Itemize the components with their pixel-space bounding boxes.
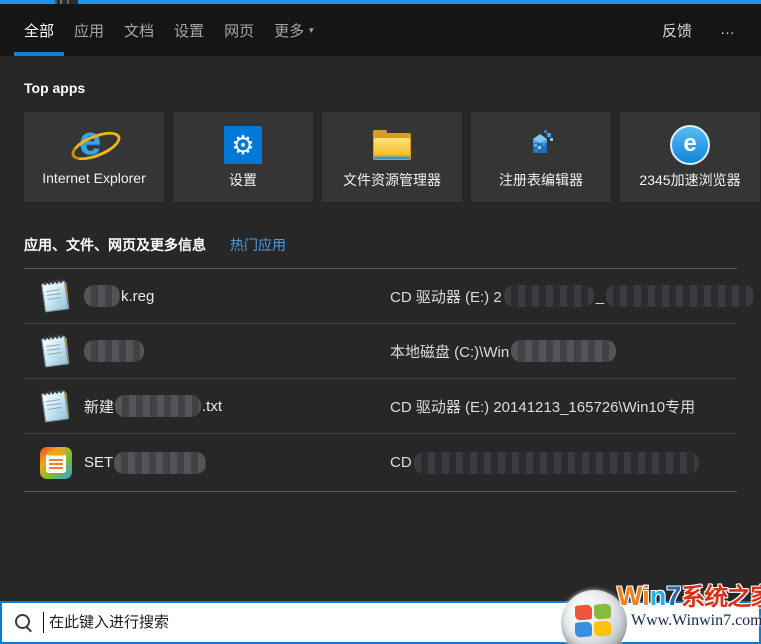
result-row-txt-file[interactable]: 新建 .txt CD 驱动器 (E:) 20141213_165726\Win10… xyxy=(24,379,737,434)
tab-all[interactable]: 全部 xyxy=(14,4,65,56)
tab-documents[interactable]: 文档 xyxy=(114,4,164,56)
tile-label: 设置 xyxy=(229,172,257,188)
tab-web-label: 网页 xyxy=(224,22,255,40)
result-file-path: CD 驱动器 (E:) 20141213_165726\Win10专用 xyxy=(390,398,696,416)
more-options-icon[interactable]: … xyxy=(720,22,737,37)
result-row-ini-file[interactable]: 本地磁盘 (C:)\Win xyxy=(24,324,737,379)
tile-internet-explorer[interactable]: e Internet Explorer xyxy=(24,112,164,202)
tab-documents-label: 文档 xyxy=(124,22,155,40)
watermark-text: Win7系统之家 Www.Winwin7.com xyxy=(617,582,761,630)
top-apps-grid: e Internet Explorer ⚙ 设置 文件资源管理器 注册表编辑器 … xyxy=(24,112,760,202)
watermark-url: Www.Winwin7.com xyxy=(631,612,761,629)
results-list: k.reg CD 驱动器 (E:) 2 _ 本地磁盘 (C:)\Win 新建 .tx… xyxy=(24,268,755,492)
tab-apps[interactable]: 应用 xyxy=(64,4,114,56)
browser-e-icon: e xyxy=(670,122,710,168)
tile-label: 2345加速浏览器 xyxy=(639,172,741,188)
result-row-reg-file[interactable]: k.reg CD 驱动器 (E:) 2 _ xyxy=(24,269,755,324)
tab-apps-label: 应用 xyxy=(74,22,105,40)
tab-more-label: 更多 xyxy=(274,22,305,40)
settings-gear-icon: ⚙ xyxy=(224,122,262,168)
tab-more[interactable]: 更多 ▾ xyxy=(264,4,324,56)
result-file-name: 新建 .txt xyxy=(84,395,222,417)
registry-cube-icon xyxy=(521,122,561,168)
setup-app-icon xyxy=(40,446,72,479)
watermark-title: Win7系统之家 xyxy=(617,581,761,611)
tab-settings-label: 设置 xyxy=(174,22,205,40)
notepad-file-icon xyxy=(40,333,72,368)
tile-file-explorer[interactable]: 文件资源管理器 xyxy=(322,112,462,202)
tab-settings[interactable]: 设置 xyxy=(164,4,214,56)
redacted-text xyxy=(503,285,594,307)
redacted-text xyxy=(84,285,120,307)
redacted-text xyxy=(511,340,617,362)
result-file-path: 本地磁盘 (C:)\Win xyxy=(390,324,617,378)
folder-icon xyxy=(373,122,411,168)
hot-apps-link[interactable]: 热门应用 xyxy=(230,235,286,255)
tab-list: 全部 应用 文档 设置 网页 更多 ▾ xyxy=(14,4,324,56)
result-file-path: CD 驱动器 (E:) 2 _ xyxy=(390,269,755,323)
results-heading: 应用、文件、网页及更多信息 xyxy=(24,237,206,253)
result-file-name: k.reg xyxy=(84,285,154,307)
tile-label: 注册表编辑器 xyxy=(499,172,583,188)
redacted-text xyxy=(606,285,755,307)
windows-search-panel: 全部 应用 文档 设置 网页 更多 ▾ 反馈 … Top apps e Inte… xyxy=(0,0,761,644)
ie-icon: e xyxy=(67,119,125,168)
redacted-text xyxy=(84,340,144,362)
search-tab-bar: 全部 应用 文档 设置 网页 更多 ▾ 反馈 … xyxy=(0,4,761,56)
top-apps-heading: Top apps xyxy=(24,80,86,96)
redacted-text xyxy=(413,451,699,474)
tile-registry-editor[interactable]: 注册表编辑器 xyxy=(471,112,611,202)
tile-label: Internet Explorer xyxy=(42,170,146,186)
result-file-name: SET xyxy=(84,451,207,474)
result-row-setup-app[interactable]: SET CD xyxy=(24,434,737,492)
notepad-file-icon xyxy=(40,278,72,313)
result-file-name xyxy=(84,340,144,362)
text-caret xyxy=(43,612,44,633)
feedback-button[interactable]: 反馈 xyxy=(662,20,692,41)
tile-2345-browser[interactable]: e 2345加速浏览器 xyxy=(620,112,760,202)
tab-all-label: 全部 xyxy=(24,22,55,40)
tile-label: 文件资源管理器 xyxy=(343,172,441,188)
tile-settings[interactable]: ⚙ 设置 xyxy=(173,112,313,202)
redacted-text xyxy=(114,451,207,474)
chevron-down-icon: ▾ xyxy=(309,24,314,35)
results-header: 应用、文件、网页及更多信息 热门应用 xyxy=(24,235,286,255)
magnifier-icon xyxy=(15,613,33,632)
result-file-path: CD xyxy=(390,434,699,491)
tab-web[interactable]: 网页 xyxy=(214,4,264,56)
redacted-text xyxy=(115,395,202,417)
notepad-file-icon xyxy=(40,388,72,423)
header-actions: 反馈 … xyxy=(662,4,737,56)
winwin7-watermark: Win7系统之家 Www.Winwin7.com xyxy=(559,580,761,644)
